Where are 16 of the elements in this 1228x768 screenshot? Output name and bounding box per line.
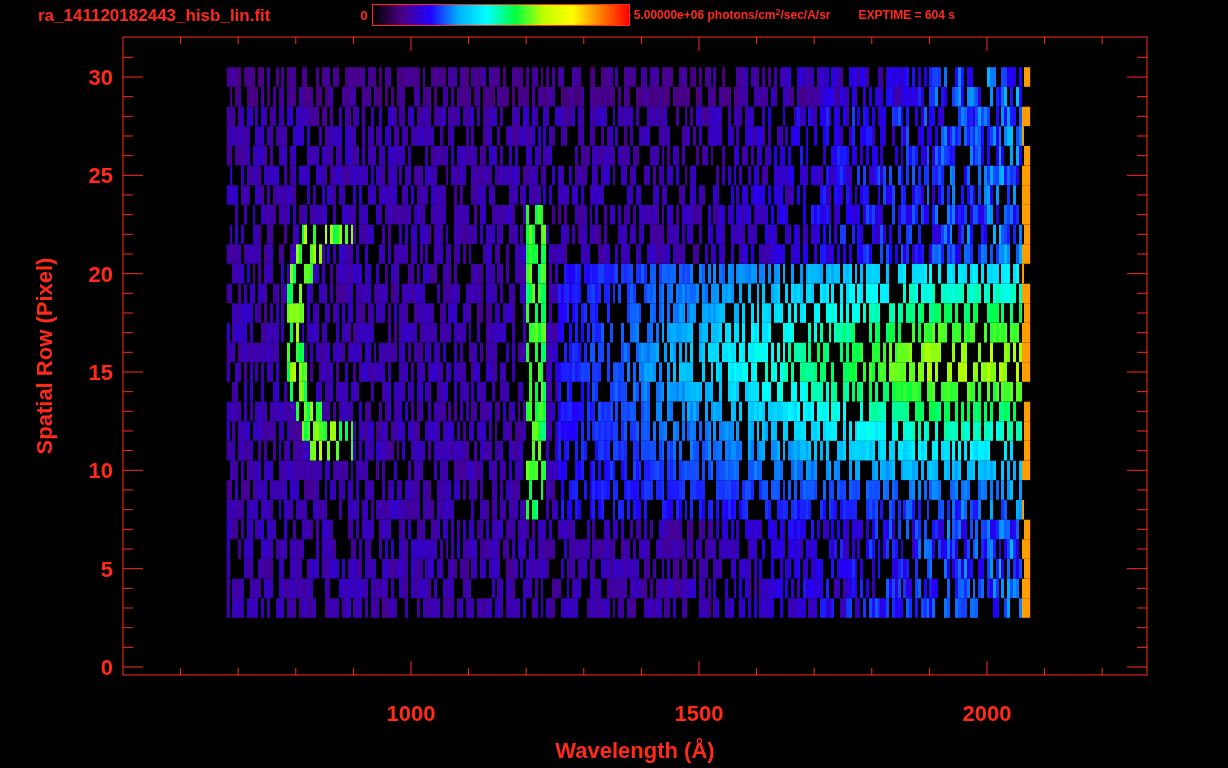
- y-tick-label: 30: [88, 65, 113, 90]
- y-tick-label: 0: [100, 655, 113, 680]
- y-tick-label: 5: [100, 556, 113, 582]
- x-tick-label: 1500: [674, 701, 724, 726]
- colorbar-min-label: 0: [360, 8, 368, 22]
- y-axis-label: Spatial Row (Pixel): [32, 257, 57, 455]
- x-axis-label: Wavelength (Å): [555, 738, 715, 763]
- plot-title: ra_141120182443_hisb_lin.fit: [38, 6, 271, 24]
- y-tick-label: 15: [88, 360, 113, 385]
- colorbar-max-label: 5.00000e+06 photons/cm$^{2}$/sec/A/sr: [633, 9, 831, 21]
- y-tick-label: 10: [88, 458, 113, 484]
- x-tick-label: 1000: [386, 701, 436, 726]
- y-tick-label: 20: [88, 261, 113, 287]
- exposure-time: EXPTIME = 604 s: [858, 9, 955, 21]
- y-tick-label: 25: [88, 163, 113, 189]
- x-tick-label: 2000: [962, 701, 1012, 726]
